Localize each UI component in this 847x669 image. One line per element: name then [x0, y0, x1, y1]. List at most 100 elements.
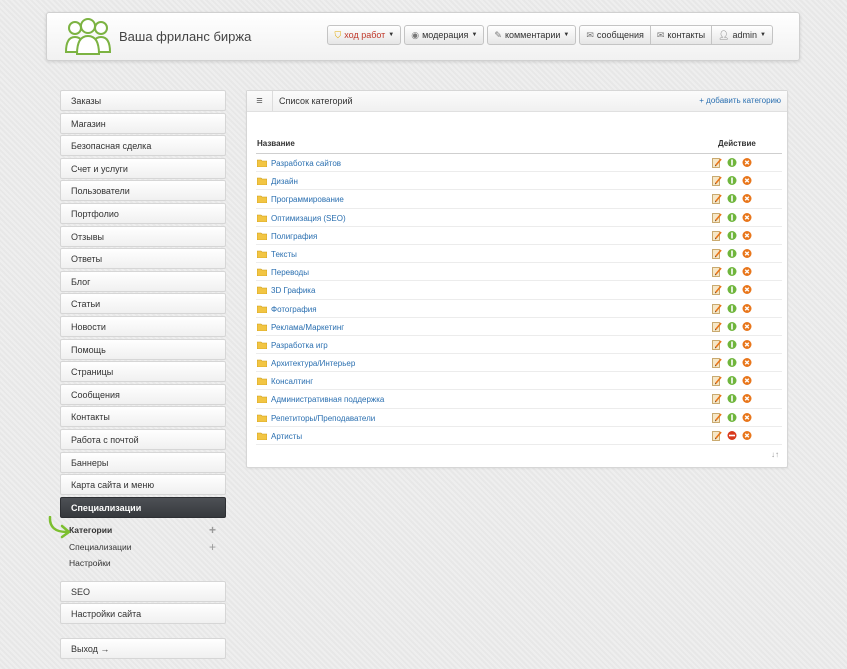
- category-link[interactable]: Консалтинг: [271, 377, 313, 386]
- delete-icon[interactable]: [742, 212, 752, 223]
- category-link[interactable]: Разработка сайтов: [271, 159, 341, 168]
- category-link[interactable]: Архитектура/Интерьер: [271, 359, 355, 368]
- sidebar-item-portfolio[interactable]: Портфолио: [60, 202, 226, 224]
- delete-icon[interactable]: [742, 412, 752, 423]
- delete-icon[interactable]: [742, 357, 752, 368]
- edit-icon[interactable]: [712, 248, 722, 259]
- delete-icon[interactable]: [742, 393, 752, 404]
- category-link[interactable]: Фотография: [271, 305, 317, 314]
- sidebar-item-articles[interactable]: Статьи: [60, 293, 226, 315]
- category-link[interactable]: Тексты: [271, 250, 297, 259]
- enable-toggle-icon[interactable]: [727, 393, 737, 404]
- category-link[interactable]: Репетиторы/Преподаватели: [271, 414, 375, 423]
- enable-toggle-icon[interactable]: [727, 339, 737, 350]
- enable-toggle-icon[interactable]: [727, 230, 737, 241]
- edit-icon[interactable]: [712, 357, 722, 368]
- sidebar-item-seo[interactable]: SEO: [60, 580, 226, 602]
- sidebar-item-messages[interactable]: Сообщения: [60, 383, 226, 405]
- delete-icon[interactable]: [742, 375, 752, 386]
- enable-toggle-icon[interactable]: [727, 321, 737, 332]
- progress-menu-button[interactable]: ⛉ ход работ ▼: [327, 25, 402, 45]
- sidebar-item-sitemap[interactable]: Карта сайта и меню: [60, 474, 226, 496]
- edit-icon[interactable]: [712, 412, 722, 423]
- edit-icon[interactable]: [712, 212, 722, 223]
- category-link[interactable]: Программирование: [271, 195, 344, 204]
- sidebar-item-safe-deal[interactable]: Безопасная сделка: [60, 135, 226, 157]
- subnav-item-specializations[interactable]: Специализации +: [69, 539, 226, 556]
- enable-toggle-icon[interactable]: [727, 412, 737, 423]
- delete-icon[interactable]: [742, 430, 752, 441]
- sidebar-item-answers[interactable]: Ответы: [60, 248, 226, 270]
- enable-toggle-icon[interactable]: [727, 175, 737, 186]
- sidebar-item-news[interactable]: Новости: [60, 315, 226, 337]
- edit-icon[interactable]: [712, 284, 722, 296]
- delete-icon[interactable]: [742, 303, 752, 314]
- enable-toggle-icon[interactable]: [727, 357, 737, 368]
- subnav-item-categories[interactable]: Категории +: [48, 516, 226, 539]
- edit-icon[interactable]: [712, 321, 722, 332]
- edit-icon[interactable]: [712, 339, 722, 350]
- sidebar-item-mail[interactable]: Работа с почтой: [60, 428, 226, 450]
- edit-icon[interactable]: [712, 393, 722, 405]
- delete-icon[interactable]: [742, 193, 752, 204]
- delete-icon[interactable]: [742, 157, 752, 168]
- add-category-link[interactable]: + добавить категорию: [699, 96, 781, 105]
- edit-icon[interactable]: [712, 230, 722, 241]
- comments-menu-button[interactable]: ✎ комментарии ▼: [487, 25, 577, 45]
- edit-icon[interactable]: [712, 193, 722, 205]
- category-link[interactable]: Оптимизация (SEO): [271, 214, 346, 223]
- delete-icon[interactable]: [742, 266, 752, 277]
- delete-icon[interactable]: [742, 284, 752, 295]
- category-link[interactable]: Административная поддержка: [271, 395, 384, 404]
- category-link[interactable]: Дизайн: [271, 177, 298, 186]
- hamburger-menu-icon[interactable]: ≡: [247, 91, 273, 111]
- sidebar-item-users[interactable]: Пользователи: [60, 180, 226, 202]
- category-link[interactable]: Полиграфия: [271, 232, 317, 241]
- enable-toggle-icon[interactable]: [727, 193, 737, 204]
- delete-icon[interactable]: [742, 321, 752, 332]
- edit-icon[interactable]: [712, 157, 722, 168]
- sidebar-item-pages[interactable]: Страницы: [60, 361, 226, 383]
- sidebar-item-blog[interactable]: Блог: [60, 270, 226, 292]
- delete-icon[interactable]: [742, 230, 752, 241]
- enable-toggle-icon[interactable]: [727, 375, 737, 386]
- enable-toggle-icon[interactable]: [727, 303, 737, 314]
- edit-icon[interactable]: [712, 430, 722, 441]
- enable-toggle-icon[interactable]: [727, 157, 737, 168]
- category-link[interactable]: Артисты: [271, 432, 302, 441]
- edit-icon[interactable]: [712, 303, 722, 314]
- enable-toggle-icon[interactable]: [727, 248, 737, 259]
- plus-icon[interactable]: +: [209, 522, 216, 539]
- sidebar-item-help[interactable]: Помощь: [60, 338, 226, 360]
- admin-menu-button[interactable]: 👤︎ admin ▼: [712, 25, 773, 45]
- category-link[interactable]: Разработка игр: [271, 341, 328, 350]
- contacts-button[interactable]: ✉ контакты: [650, 25, 713, 45]
- enable-toggle-icon[interactable]: [727, 284, 737, 295]
- sidebar-item-banners[interactable]: Баннеры: [60, 451, 226, 473]
- delete-icon[interactable]: [742, 175, 752, 186]
- edit-icon[interactable]: [712, 266, 722, 277]
- delete-icon[interactable]: [742, 339, 752, 350]
- category-link[interactable]: 3D Графика: [271, 286, 315, 295]
- sidebar-item-shop[interactable]: Магазин: [60, 112, 226, 134]
- messages-button[interactable]: ✉ сообщения: [579, 25, 651, 45]
- edit-icon[interactable]: [712, 375, 722, 387]
- moderation-menu-button[interactable]: ◉ модерация ▼: [404, 25, 485, 45]
- plus-icon[interactable]: +: [209, 539, 216, 556]
- disable-toggle-icon[interactable]: [727, 430, 737, 441]
- enable-toggle-icon[interactable]: [727, 266, 737, 277]
- enable-toggle-icon[interactable]: [727, 212, 737, 223]
- subnav-item-settings[interactable]: Настройки: [69, 555, 226, 572]
- sidebar-item-reviews[interactable]: Отзывы: [60, 225, 226, 247]
- sidebar-item-billing[interactable]: Счет и услуги: [60, 157, 226, 179]
- delete-icon[interactable]: [742, 248, 752, 259]
- sidebar-item-orders[interactable]: Заказы: [60, 90, 226, 111]
- category-link[interactable]: Реклама/Маркетинг: [271, 323, 344, 332]
- edit-icon[interactable]: [712, 175, 722, 187]
- sidebar-item-contacts[interactable]: Контакты: [60, 406, 226, 428]
- sort-icon[interactable]: ↓↑: [771, 450, 779, 459]
- logout-button[interactable]: Выход →: [60, 637, 226, 659]
- sidebar-item-site-settings[interactable]: Настройки сайта: [60, 603, 226, 625]
- sidebar-item-specializations[interactable]: Специализации: [60, 496, 226, 518]
- category-link[interactable]: Переводы: [271, 268, 309, 277]
